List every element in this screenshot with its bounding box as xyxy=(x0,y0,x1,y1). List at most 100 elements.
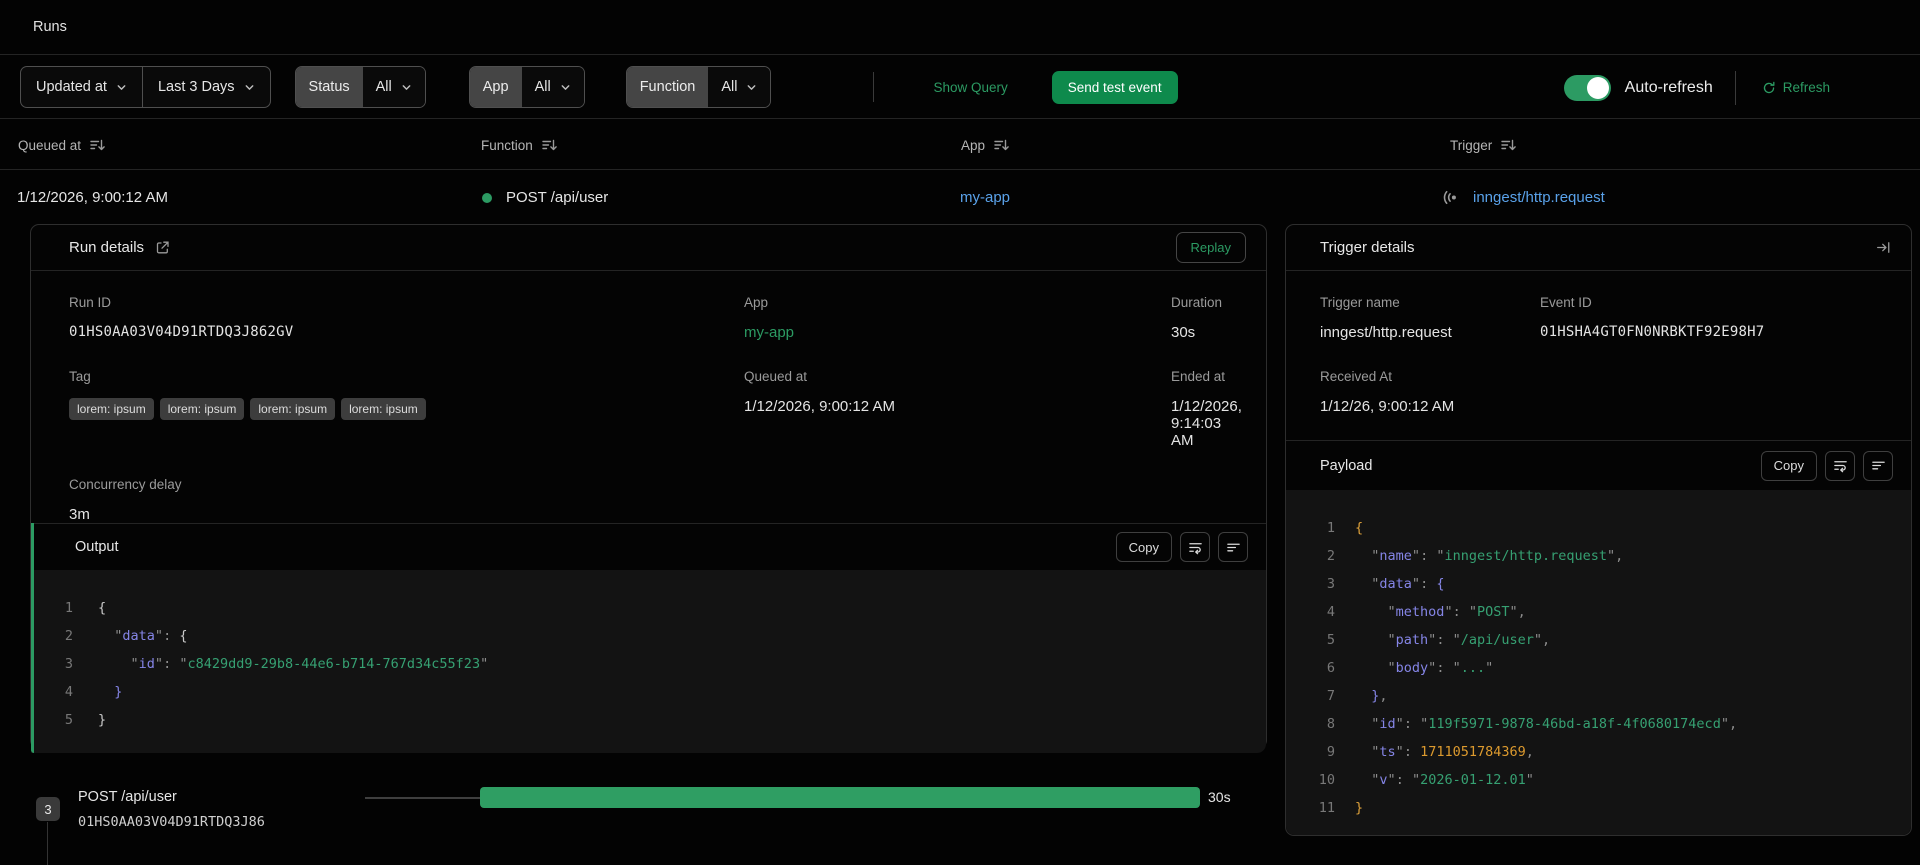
refresh-label: Refresh xyxy=(1782,80,1830,95)
field-label: Trigger name xyxy=(1320,295,1400,310)
sort-field-value: Updated at xyxy=(36,79,107,95)
code-line: 4 "method": "POST", xyxy=(1286,598,1911,626)
field-label: Run ID xyxy=(69,295,112,310)
auto-refresh-toggle[interactable] xyxy=(1563,74,1611,101)
code-line: 1{ xyxy=(1286,514,1911,542)
duration-value: 30s xyxy=(1171,324,1196,341)
tag-chip: lorem: ipsum xyxy=(341,398,426,420)
code-line: 7 }, xyxy=(1286,682,1911,710)
timeline-connector-line xyxy=(47,822,48,865)
code-line: 10 "v": "2026-01-12.01" xyxy=(1286,766,1911,794)
chevron-down-icon xyxy=(245,84,253,90)
timeline-function-name: POST /api/user xyxy=(78,789,177,805)
step-count-badge[interactable]: 3 xyxy=(36,797,60,821)
function-filter-value: All xyxy=(721,79,738,95)
runs-page: Runs Updated at Last 3 Days Status All A… xyxy=(0,0,1920,865)
field-duration: Duration 30s xyxy=(1171,295,1246,341)
copy-output-button[interactable]: Copy xyxy=(1115,532,1172,562)
code-line: 3 "data": { xyxy=(1286,570,1911,598)
status-filter-value: All xyxy=(375,79,392,95)
chevron-down-icon xyxy=(402,84,411,90)
format-button[interactable] xyxy=(1863,450,1893,481)
column-header-function[interactable]: Function xyxy=(481,120,557,170)
code-line: 11} xyxy=(1286,794,1911,822)
wrap-text-button[interactable] xyxy=(1180,532,1210,562)
send-test-event-button[interactable]: Send test event xyxy=(1051,70,1178,104)
align-left-icon xyxy=(1226,543,1240,551)
timeline-duration-bar[interactable] xyxy=(480,787,1200,808)
external-link-icon[interactable] xyxy=(155,240,170,255)
copy-payload-button[interactable]: Copy xyxy=(1760,450,1817,481)
payload-code-block[interactable]: 1{2 "name": "inngest/http.request", 3 "da… xyxy=(1286,490,1911,835)
line-number: 8 xyxy=(1326,716,1335,732)
chevron-down-icon xyxy=(117,84,126,90)
output-code-block[interactable]: 1{2 "data": {3 "id": "c8429dd9-29b8-44e6… xyxy=(31,570,1266,753)
app-filter-value: All xyxy=(534,79,551,95)
run-details-title: Run details xyxy=(69,239,145,256)
column-header-queued-at[interactable]: Queued at xyxy=(18,120,105,170)
tag-chip: lorem: ipsum xyxy=(250,398,336,420)
replay-button[interactable]: Replay xyxy=(1175,232,1246,263)
line-number: 2 xyxy=(64,628,73,644)
toggle-knob xyxy=(1586,76,1609,99)
sort-icon xyxy=(90,139,105,151)
cell-app-link[interactable]: my-app xyxy=(960,171,1010,224)
time-range-dropdown[interactable]: Last 3 Days xyxy=(141,67,270,107)
page-title: Runs xyxy=(33,19,67,35)
output-actions: Copy xyxy=(1115,532,1248,562)
refresh-cluster: Auto-refresh Refresh xyxy=(1563,56,1830,119)
filter-divider xyxy=(873,72,875,102)
cell-trigger: inngest/http.request xyxy=(1442,171,1605,224)
wrap-text-button[interactable] xyxy=(1825,450,1855,481)
output-title: Output xyxy=(75,539,119,555)
function-filter-label: Function xyxy=(626,67,709,107)
line-number: 1 xyxy=(1326,520,1335,536)
show-query-link[interactable]: Show Query xyxy=(933,80,1007,95)
sort-icon xyxy=(1501,139,1517,151)
refresh-button[interactable]: Refresh xyxy=(1762,80,1830,95)
app-filter-label: App xyxy=(469,67,522,107)
status-filter-dropdown[interactable]: All xyxy=(362,67,425,107)
status-dot xyxy=(482,192,492,203)
timeline-duration-label: 30s xyxy=(1208,789,1231,805)
function-filter-dropdown[interactable]: All xyxy=(708,67,771,107)
line-number: 3 xyxy=(1326,576,1335,592)
chevron-down-icon xyxy=(561,84,570,90)
top-bar: Runs xyxy=(0,0,1920,55)
queued-at-value: 1/12/2026, 9:00:12 AM xyxy=(744,398,895,415)
field-app: App my-app xyxy=(744,295,1171,341)
line-number: 2 xyxy=(1326,548,1335,564)
collapse-panel-icon[interactable] xyxy=(1876,240,1891,255)
cell-function: POST /api/user xyxy=(482,171,608,224)
column-label: Trigger xyxy=(1450,137,1493,153)
column-header-app[interactable]: App xyxy=(961,120,1009,170)
line-number: 1 xyxy=(64,600,73,616)
auto-refresh-label: Auto-refresh xyxy=(1624,78,1713,96)
app-filter: App All xyxy=(468,66,585,108)
refresh-divider xyxy=(1734,70,1736,105)
wrap-text-icon xyxy=(1833,461,1847,473)
time-range-value: Last 3 Days xyxy=(157,79,235,95)
line-number: 10 xyxy=(1318,772,1335,788)
tag-chip: lorem: ipsum xyxy=(159,398,245,420)
event-id-value: 01HSHA4GT0FN0NRBKTF92E98H7 xyxy=(1540,324,1765,340)
line-number: 3 xyxy=(64,656,73,672)
function-name: POST /api/user xyxy=(506,189,609,206)
format-button[interactable] xyxy=(1218,532,1248,562)
output-header: Output Copy xyxy=(31,524,1266,570)
field-label: Tag xyxy=(69,369,91,384)
field-queued-at: Queued at 1/12/2026, 9:00:12 AM xyxy=(744,369,1171,449)
field-label: Duration xyxy=(1171,295,1223,310)
run-row[interactable]: 1/12/2026, 9:00:12 AM POST /api/user my-… xyxy=(0,171,1920,224)
tag-chip: lorem: ipsum xyxy=(69,398,154,420)
sort-icon xyxy=(542,139,557,151)
sort-field-dropdown[interactable]: Updated at xyxy=(21,67,142,107)
app-link[interactable]: my-app xyxy=(744,324,1171,341)
field-run-id: Run ID 01HS0AA03V04D91RTDQ3J862GV xyxy=(69,295,744,341)
runs-table-header: Queued at Function App Trigger xyxy=(0,120,1920,170)
trigger-link[interactable]: inngest/http.request xyxy=(1473,189,1605,206)
code-line: 4 } xyxy=(31,678,1266,706)
column-header-trigger[interactable]: Trigger xyxy=(1450,120,1517,170)
app-filter-dropdown[interactable]: All xyxy=(521,67,584,107)
function-filter: Function All xyxy=(625,66,772,108)
